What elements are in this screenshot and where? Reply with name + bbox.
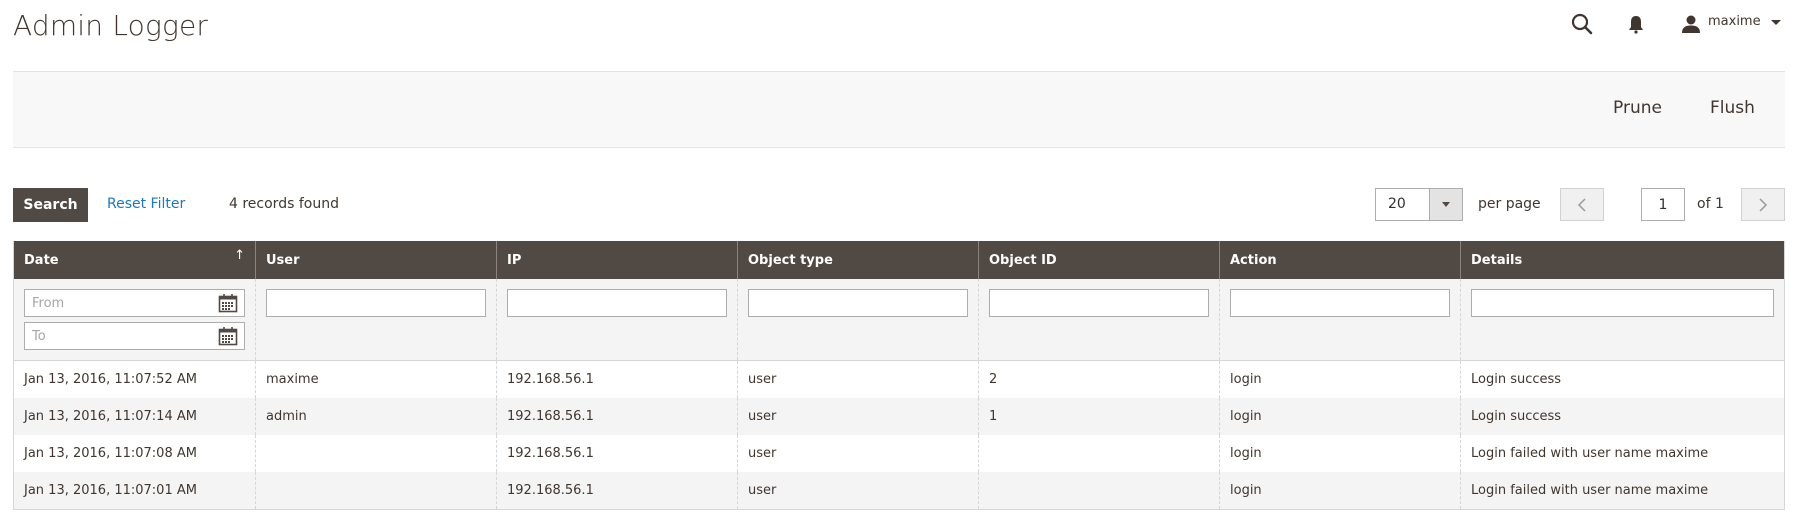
- cell-details: Login success: [1460, 398, 1784, 435]
- filter-cell-details: [1460, 279, 1784, 360]
- page-number-input[interactable]: [1641, 188, 1685, 221]
- cell-action: login: [1219, 398, 1460, 435]
- filter-cell-action: [1219, 279, 1460, 360]
- page-header: Admin Logger maxime: [0, 0, 1798, 60]
- cell-object-id: [978, 472, 1219, 509]
- cell-user: [255, 435, 496, 472]
- cell-ip: 192.168.56.1: [496, 435, 737, 472]
- flush-button[interactable]: Flush: [1710, 98, 1755, 118]
- cell-ip: 192.168.56.1: [496, 398, 737, 435]
- grid-header-row: Date ↑ User IP Object type Object ID Act…: [14, 241, 1784, 279]
- cell-user: admin: [255, 398, 496, 435]
- column-header-label: IP: [507, 253, 522, 268]
- ip-filter-input[interactable]: [507, 289, 727, 317]
- column-header-object-id[interactable]: Object ID: [978, 241, 1219, 279]
- cell-object-type: user: [737, 435, 978, 472]
- table-row[interactable]: Jan 13, 2016, 11:07:52 AM maxime 192.168…: [14, 361, 1784, 398]
- cell-action: login: [1219, 435, 1460, 472]
- user-icon[interactable]: [1679, 12, 1703, 36]
- column-header-date[interactable]: Date ↑: [14, 241, 255, 279]
- date-from-input[interactable]: [24, 289, 245, 317]
- cell-date: Jan 13, 2016, 11:07:52 AM: [24, 372, 197, 387]
- user-menu-name[interactable]: maxime: [1708, 14, 1761, 29]
- cell-object-type: user: [737, 361, 978, 398]
- object-id-filter-input[interactable]: [989, 289, 1209, 317]
- table-row[interactable]: Jan 13, 2016, 11:07:14 AM admin 192.168.…: [14, 398, 1784, 435]
- grid-toolbar: Search Reset Filter 4 records found 20 p…: [13, 188, 1785, 222]
- per-page-toggle[interactable]: [1429, 189, 1462, 220]
- sort-ascending-icon: ↑: [234, 248, 245, 263]
- column-header-label: Object type: [748, 253, 833, 268]
- cell-details: Login failed with user name maxime: [1460, 435, 1784, 472]
- cell-object-type: user: [737, 472, 978, 509]
- cell-date: Jan 13, 2016, 11:07:01 AM: [24, 483, 197, 498]
- cell-details: Login success: [1460, 361, 1784, 398]
- cell-details: Login failed with user name maxime: [1460, 472, 1784, 509]
- column-header-action[interactable]: Action: [1219, 241, 1460, 279]
- search-button[interactable]: Search: [13, 188, 88, 222]
- column-header-label: Date: [24, 253, 59, 268]
- table-row[interactable]: Jan 13, 2016, 11:07:01 AM 192.168.56.1 u…: [14, 472, 1784, 509]
- calendar-icon[interactable]: [218, 293, 238, 313]
- bell-icon[interactable]: [1624, 12, 1648, 36]
- filter-cell-object-type: [737, 279, 978, 360]
- column-header-details[interactable]: Details: [1460, 241, 1784, 279]
- cell-ip: 192.168.56.1: [496, 361, 737, 398]
- column-header-label: Action: [1230, 253, 1277, 268]
- user-filter-input[interactable]: [266, 289, 486, 317]
- filter-row: [14, 279, 1784, 361]
- column-header-label: User: [266, 253, 300, 268]
- column-header-label: Object ID: [989, 253, 1057, 268]
- reset-filter-link[interactable]: Reset Filter: [107, 196, 185, 212]
- cell-object-id: 1: [978, 398, 1219, 435]
- column-header-user[interactable]: User: [255, 241, 496, 279]
- filter-cell-user: [255, 279, 496, 360]
- details-filter-input[interactable]: [1471, 289, 1774, 317]
- date-to-input[interactable]: [24, 322, 245, 350]
- next-page-button[interactable]: [1741, 188, 1785, 221]
- per-page-value: 20: [1388, 196, 1406, 212]
- filter-cell-date: [14, 279, 255, 360]
- column-header-object-type[interactable]: Object type: [737, 241, 978, 279]
- per-page-label: per page: [1478, 196, 1541, 212]
- action-filter-input[interactable]: [1230, 289, 1450, 317]
- page-actions-bar: Prune Flush: [13, 71, 1785, 148]
- page-total: of 1: [1697, 196, 1724, 212]
- filter-cell-object-id: [978, 279, 1219, 360]
- cell-user: maxime: [255, 361, 496, 398]
- records-count: 4 records found: [229, 196, 339, 212]
- cell-date: Jan 13, 2016, 11:07:14 AM: [24, 409, 197, 424]
- column-header-label: Details: [1471, 253, 1523, 268]
- cell-user: [255, 472, 496, 509]
- search-icon[interactable]: [1570, 12, 1594, 36]
- prune-button[interactable]: Prune: [1613, 98, 1662, 118]
- cell-ip: 192.168.56.1: [496, 472, 737, 509]
- cell-object-id: [978, 435, 1219, 472]
- cell-object-type: user: [737, 398, 978, 435]
- column-header-ip[interactable]: IP: [496, 241, 737, 279]
- cell-action: login: [1219, 361, 1460, 398]
- calendar-icon[interactable]: [218, 326, 238, 346]
- filter-cell-ip: [496, 279, 737, 360]
- chevron-down-icon[interactable]: [1771, 20, 1781, 25]
- per-page-select[interactable]: 20: [1375, 188, 1463, 221]
- previous-page-button[interactable]: [1560, 188, 1604, 221]
- cell-action: login: [1219, 472, 1460, 509]
- cell-date: Jan 13, 2016, 11:07:08 AM: [24, 446, 197, 461]
- table-row[interactable]: Jan 13, 2016, 11:07:08 AM 192.168.56.1 u…: [14, 435, 1784, 472]
- object-type-filter-input[interactable]: [748, 289, 968, 317]
- page-title: Admin Logger: [13, 9, 209, 42]
- admin-log-grid: Date ↑ User IP Object type Object ID Act…: [13, 241, 1785, 510]
- chevron-left-icon: [1577, 198, 1586, 212]
- chevron-right-icon: [1759, 198, 1768, 212]
- cell-object-id: 2: [978, 361, 1219, 398]
